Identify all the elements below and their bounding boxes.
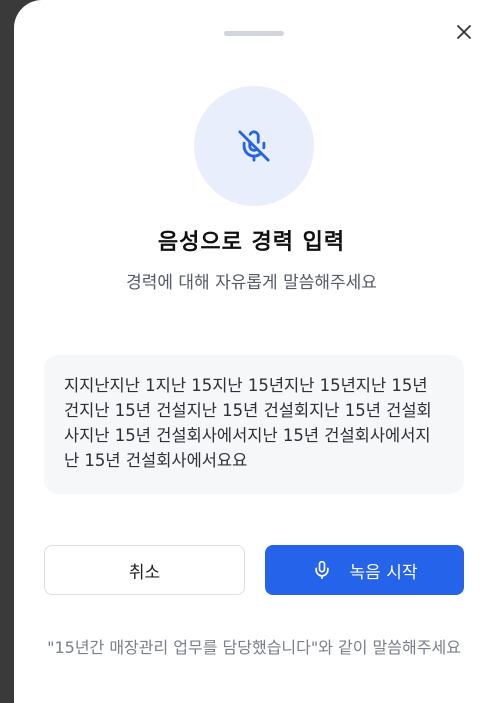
mic-status-indicator: [194, 86, 314, 206]
mic-icon: [314, 560, 329, 580]
drag-handle[interactable]: [224, 31, 284, 36]
voice-input-sheet: 음성으로 경력 입력 경력에 대해 자유롭게 말씀해주세요 지지난지난 1지난 …: [14, 0, 489, 703]
start-recording-button[interactable]: 녹음 시작: [265, 545, 464, 595]
close-icon: [457, 25, 471, 39]
close-button[interactable]: [450, 18, 478, 46]
sheet-subtitle: 경력에 대해 자유롭게 말씀해주세요: [126, 273, 377, 293]
hint-text: "15년간 매장관리 업무를 담당했습니다"와 같이 말씀해주세요: [47, 638, 461, 657]
transcript-box: 지지난지난 1지난 15지난 15년지난 15년지난 15년 건지난 15년 건…: [44, 355, 464, 494]
cancel-button-label: 취소: [128, 562, 161, 583]
sheet-title: 음성으로 경력 입력: [157, 230, 346, 255]
start-recording-label: 녹음 시작: [349, 562, 418, 583]
mic-off-icon: [238, 130, 270, 162]
cancel-button[interactable]: 취소: [44, 545, 245, 595]
